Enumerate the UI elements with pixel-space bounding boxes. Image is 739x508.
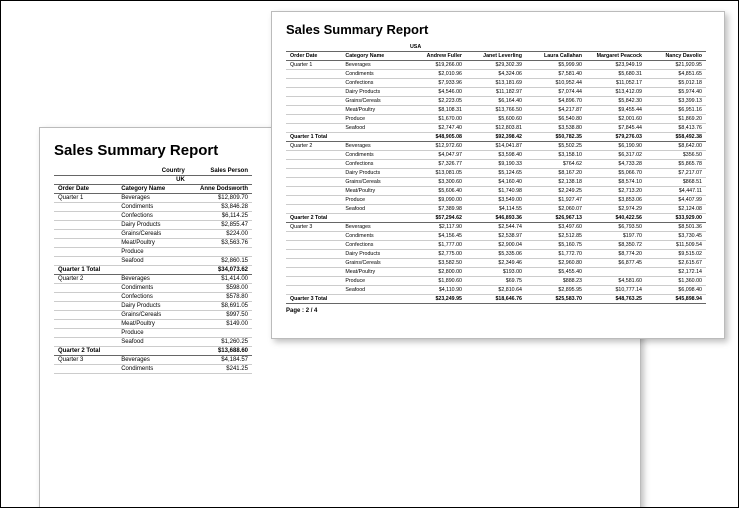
stage: Sales Summary Report CountrySales Person… xyxy=(0,0,739,508)
table-row: Quarter 2Beverages$12,972.60$14,041.87$5… xyxy=(286,142,706,151)
table-row: Quarter 1Beverages$19,266.00$29,302.39$5… xyxy=(286,61,706,70)
country-row: UK xyxy=(54,176,252,185)
table-row: Produce$1,670.00$5,600.60$6,540.80$2,001… xyxy=(286,115,706,124)
report-title: Sales Summary Report xyxy=(286,22,724,37)
table-row: Grains/Cereals$2,223.05$6,164.40$4,896.7… xyxy=(286,97,706,106)
quarter-total-row: Quarter 2 Total$13,688.60 xyxy=(54,347,252,356)
table-row: Seafood$2,860.15 xyxy=(54,257,252,266)
table-row: Dairy Products$2,775.00$5,335.06$1,772.7… xyxy=(286,250,706,259)
quarter-total-row: Quarter 2 Total$57,294.62$46,893.36$26,9… xyxy=(286,214,706,223)
table-row: Produce$9,090.00$3,549.00$1,927.47$3,853… xyxy=(286,196,706,205)
table-row: Seafood$2,747.40$12,803.81$3,538.80$7,84… xyxy=(286,124,706,133)
sales-table-uk: CountrySales Person UK Order Date Catego… xyxy=(54,167,252,374)
country-row: USA xyxy=(286,43,706,52)
report-page-2: Sales Summary Report USA Order Date Cate… xyxy=(271,11,725,339)
table-row: Confections$578.80 xyxy=(54,293,252,302)
column-header-row: Order Date Category Name Andrew Fuller J… xyxy=(286,52,706,61)
table-row: Confections$7,326.77$9,190.33$764.62$4,7… xyxy=(286,160,706,169)
table-row: Condiments$4,156.45$2,538.97$2,512.85$19… xyxy=(286,232,706,241)
table-row: Confections$6,114.25 xyxy=(54,212,252,221)
quarter-total-row: Quarter 1 Total$48,905.08$92,398.42$50,7… xyxy=(286,133,706,142)
table-row: Produce$1,890.60$69.75$888.23$4,581.60$1… xyxy=(286,277,706,286)
table-row: Meat/Poultry$2,800.00$193.00$5,455.40$2,… xyxy=(286,268,706,277)
table-row: Quarter 3Beverages$2,117.90$2,544.74$3,4… xyxy=(286,223,706,232)
table-row: Meat/Poultry$3,563.76 xyxy=(54,239,252,248)
table-row: Meat/Poultry$149.00 xyxy=(54,320,252,329)
table-row: Grains/Cereals$3,582.50$2,349.46$2,960.8… xyxy=(286,259,706,268)
quarter-total-row: Quarter 3 Total$23,249.95$18,646.76$25,5… xyxy=(286,295,706,304)
table-row: Grains/Cereals$224.00 xyxy=(54,230,252,239)
table-row: Condiments$3,846.28 xyxy=(54,203,252,212)
quarter-total-row: Quarter 1 Total$34,073.62 xyxy=(54,266,252,275)
table-row: Produce xyxy=(54,248,252,257)
table-row: Meat/Poultry$8,108.31$13,766.50$4,217.87… xyxy=(286,106,706,115)
table-row: Condiments$2,010.96$4,324.06$7,581.40$5,… xyxy=(286,70,706,79)
table-row: Quarter 1Beverages$12,809.70 xyxy=(54,194,252,203)
table-row: Quarter 3Beverages$4,184.57 xyxy=(54,356,252,365)
table-row: Dairy Products$2,855.47 xyxy=(54,221,252,230)
table-row: Grains/Cereals$997.50 xyxy=(54,311,252,320)
table-row: Confections$7,933.96$13,181.69$10,952.44… xyxy=(286,79,706,88)
country-header-row: CountrySales Person xyxy=(54,167,252,176)
table-row: Meat/Poultry$5,606.40$1,740.98$2,249.25$… xyxy=(286,187,706,196)
table-row: Condiments$4,047.97$3,598.40$3,158.10$6,… xyxy=(286,151,706,160)
column-header-row: Order Date Category Name Anne Dodsworth xyxy=(54,185,252,194)
table-row: Seafood$1,260.25 xyxy=(54,338,252,347)
table-row: Condiments$598.00 xyxy=(54,284,252,293)
table-row: Seafood$7,389.98$4,114.55$2,060.07$2,974… xyxy=(286,205,706,214)
table-row: Dairy Products$13,081.05$5,124.65$8,167.… xyxy=(286,169,706,178)
table-row: Confections$1,777.00$2,900.04$5,160.75$8… xyxy=(286,241,706,250)
table-row: Produce xyxy=(54,329,252,338)
table-row: Seafood$4,110.90$2,810.64$2,895.95$10,77… xyxy=(286,286,706,295)
table-row: Dairy Products$4,546.00$11,182.97$7,074.… xyxy=(286,88,706,97)
table-row: Dairy Products$8,691.05 xyxy=(54,302,252,311)
table-row: Grains/Cereals$3,300.60$4,160.40$2,138.1… xyxy=(286,178,706,187)
sales-table-usa: USA Order Date Category Name Andrew Full… xyxy=(286,43,706,304)
table-row: Condiments$241.25 xyxy=(54,365,252,374)
table-row: Quarter 2Beverages$1,414.00 xyxy=(54,275,252,284)
page-footer: Page : 2 / 4 xyxy=(286,308,724,314)
